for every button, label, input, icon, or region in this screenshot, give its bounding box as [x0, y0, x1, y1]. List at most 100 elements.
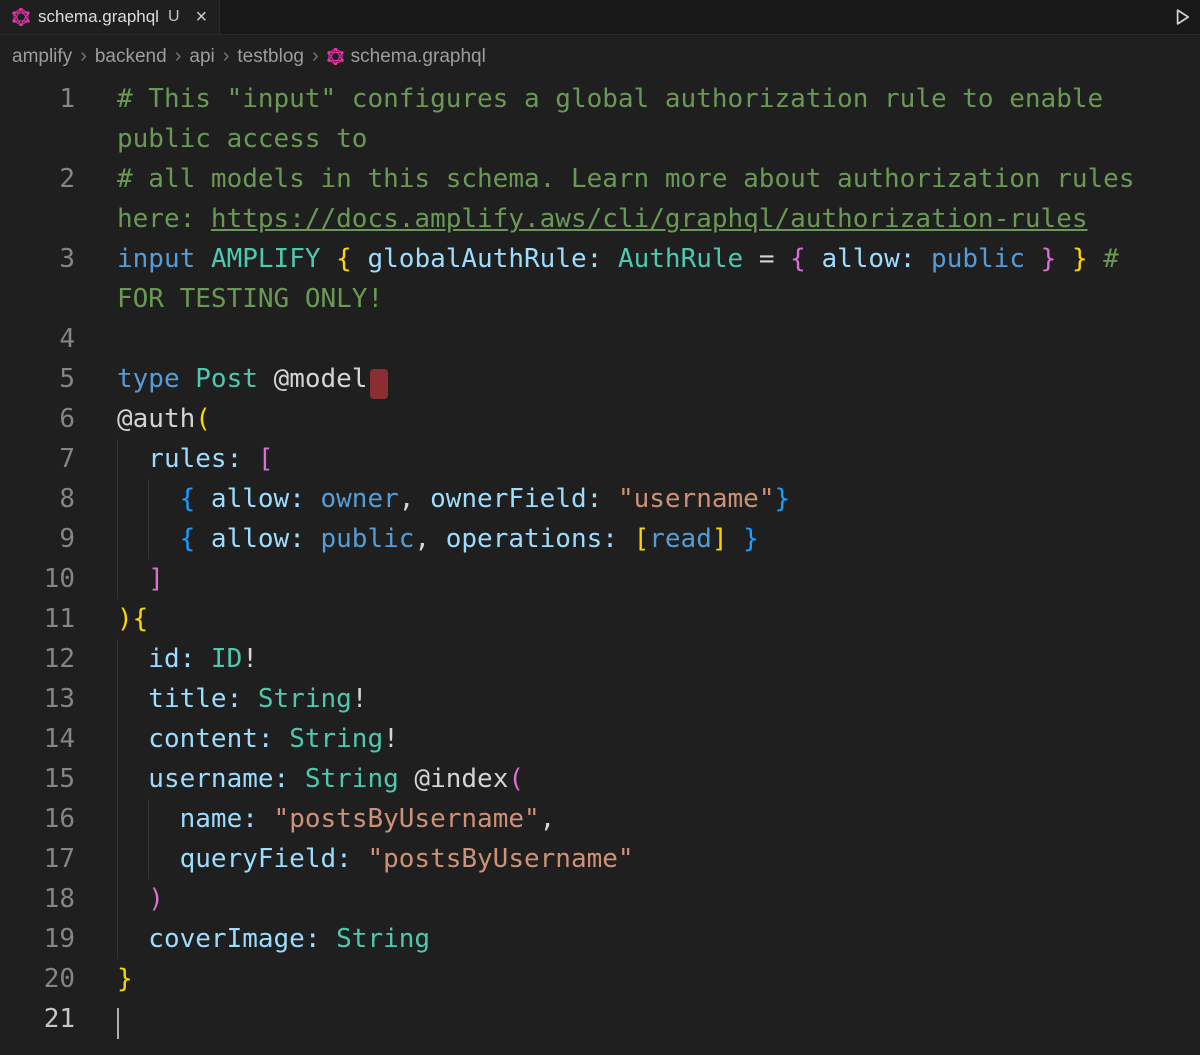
line-content: type Post @model [117, 359, 1166, 399]
code-token: public [931, 244, 1025, 274]
code-line[interactable]: 14 content: String! [0, 719, 1200, 759]
code-token: } [1071, 244, 1088, 274]
indent-guide [117, 439, 118, 479]
code-line[interactable]: 9 { allow: public, operations: [read] } [0, 519, 1200, 559]
code-line[interactable]: 19 coverImage: String [0, 919, 1200, 959]
breadcrumb-item-amplify[interactable]: amplify [12, 46, 72, 68]
code-token: ( [195, 404, 211, 434]
graphql-icon [12, 8, 30, 26]
line-content: ) [117, 879, 1166, 919]
line-content: # all models in this schema. Learn more … [117, 159, 1166, 239]
code-editor[interactable]: 1 # This "input" configures a global auth… [0, 78, 1200, 1039]
code-token: ownerField: [430, 484, 603, 514]
code-token: content: [148, 724, 274, 754]
code-token: queryField: [179, 844, 352, 874]
code-line[interactable]: 6 @auth( [0, 399, 1200, 439]
close-icon[interactable]: × [196, 7, 208, 27]
line-content: { allow: public, operations: [read] } [117, 519, 1166, 559]
code-line[interactable]: 12 id: ID! [0, 639, 1200, 679]
code-token: [ [633, 524, 650, 554]
line-content: username: String @index( [117, 759, 1166, 799]
breadcrumb-item-backend[interactable]: backend [95, 46, 167, 68]
code-line[interactable]: 8 { allow: owner, ownerField: "username"} [0, 479, 1200, 519]
code-line[interactable]: 4 [0, 319, 1200, 359]
breadcrumb-item-api[interactable]: api [189, 46, 214, 68]
code-token: String [289, 724, 384, 754]
code-token: ! [383, 724, 399, 754]
tab-schema-graphql[interactable]: schema.graphql U × [0, 0, 221, 34]
code-token: , [414, 524, 431, 554]
line-number: 3 [59, 244, 75, 274]
line-content: } [117, 959, 1166, 999]
line-content [117, 999, 1166, 1039]
breadcrumb-item-testblog[interactable]: testblog [237, 46, 304, 68]
code-token: coverImage: [148, 924, 321, 954]
indent-guide [117, 679, 118, 719]
line-number: 17 [43, 844, 75, 874]
code-line[interactable]: 11){ [0, 599, 1200, 639]
code-line[interactable]: 1 # This "input" configures a global auth… [0, 79, 1200, 159]
error-block-decoration [370, 369, 389, 399]
code-line[interactable]: 13 title: String! [0, 679, 1200, 719]
code-line[interactable]: 18) [0, 879, 1200, 919]
code-token: allow: [821, 244, 916, 274]
indent-guide [117, 799, 118, 839]
editor-actions [1172, 0, 1200, 34]
line-content: title: String! [117, 679, 1166, 719]
breadcrumb-item-file[interactable]: schema.graphql [326, 45, 486, 68]
line-number: 10 [43, 564, 75, 594]
code-token: @model [273, 364, 368, 394]
breadcrumb-file-label: schema.graphql [350, 45, 486, 67]
graphql-icon [326, 48, 344, 65]
line-content: content: String! [117, 719, 1166, 759]
code-token: ! [242, 644, 258, 674]
line-number: 8 [59, 484, 75, 514]
code-token: AuthRule [617, 244, 744, 274]
code-line[interactable]: 3 input AMPLIFY { globalAuthRule: AuthRul… [0, 239, 1200, 319]
code-line[interactable]: 16 name: "postsByUsername", [0, 799, 1200, 839]
line-number: 5 [59, 364, 75, 394]
code-line[interactable]: 7 rules: [ [0, 439, 1200, 479]
line-content: { allow: owner, ownerField: "username"} [117, 479, 1166, 519]
indent-guide [117, 479, 118, 519]
code-token: String [336, 924, 431, 954]
breadcrumb-separator: › [222, 45, 230, 67]
indent-guide [148, 519, 150, 559]
code-line[interactable]: 17 queryField: "postsByUsername" [0, 839, 1200, 879]
code-line[interactable]: 2 # all models in this schema. Learn more… [0, 159, 1200, 239]
run-icon[interactable] [1172, 7, 1192, 27]
git-status-badge: U [167, 8, 180, 25]
code-token: operations: [445, 524, 618, 554]
line-number: 12 [43, 644, 75, 674]
code-line[interactable]: 21 [0, 999, 1200, 1039]
line-content: name: "postsByUsername", [117, 799, 1166, 839]
breadcrumb-separator: › [311, 45, 319, 67]
code-line[interactable]: 15 username: String @index( [0, 759, 1200, 799]
code-line[interactable]: 10] [0, 559, 1200, 599]
breadcrumb-separator: › [174, 45, 182, 67]
line-number: 2 [59, 164, 75, 194]
line-number: 21 [43, 1004, 75, 1034]
code-line[interactable]: 5 type Post @model [0, 359, 1200, 399]
code-token: read [649, 524, 712, 554]
code-token: ! [351, 684, 368, 714]
indent-guide [148, 839, 150, 879]
line-number: 1 [59, 84, 75, 114]
code-line[interactable]: 20} [0, 959, 1200, 999]
code-token: "postsByUsername" [367, 844, 634, 874]
